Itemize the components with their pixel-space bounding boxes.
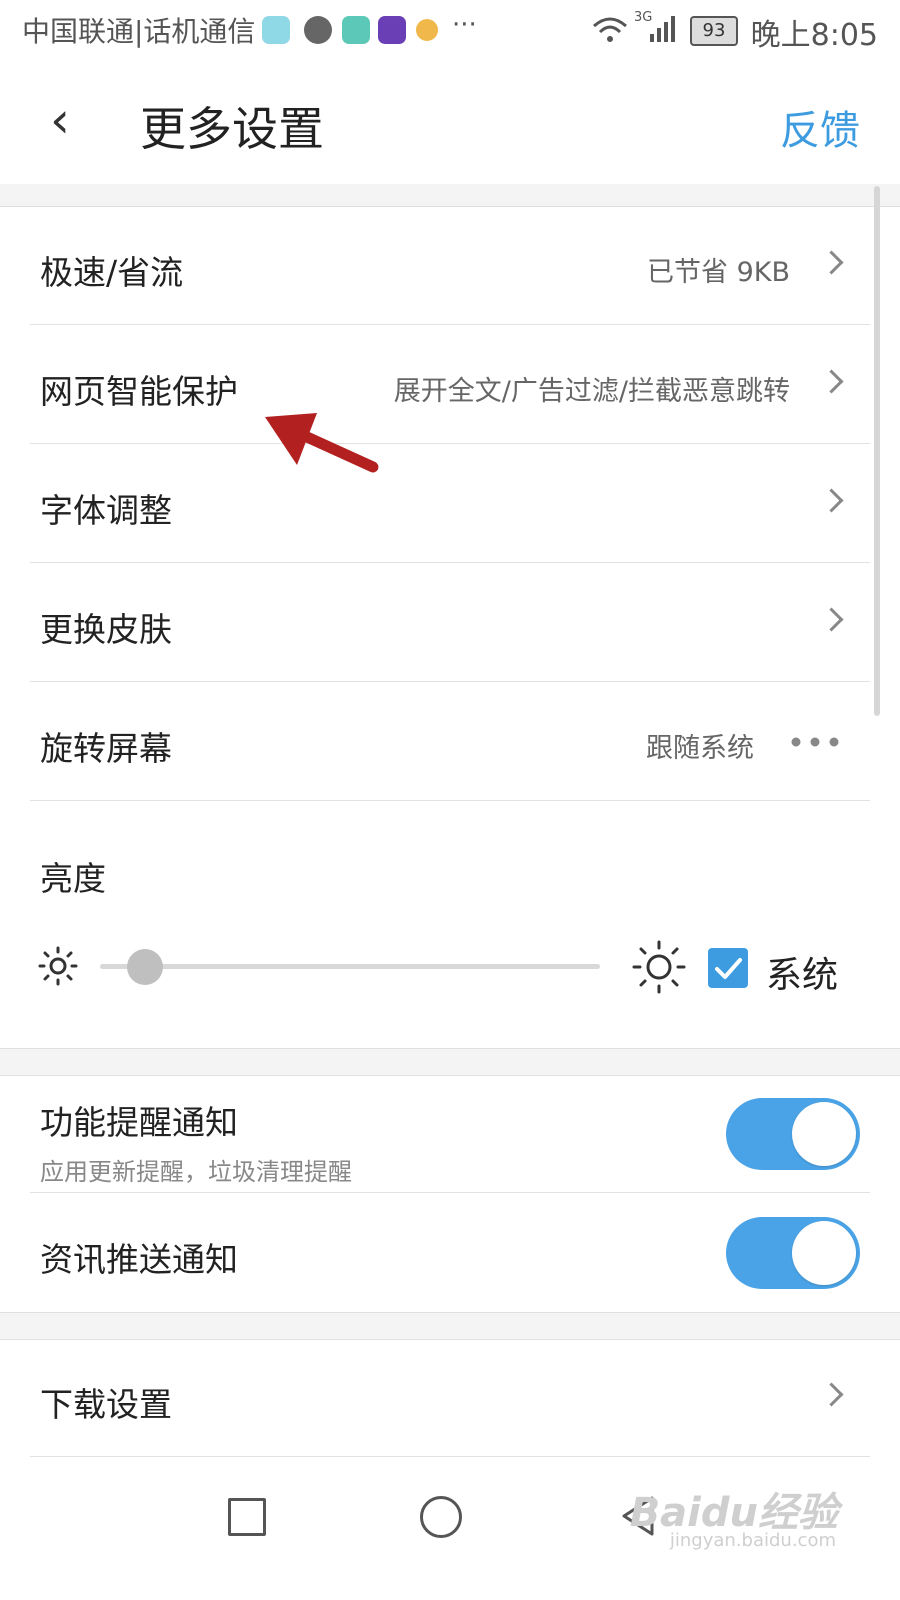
settings-row-skin[interactable]: 更换皮肤 [0, 563, 900, 682]
chevron-right-icon [819, 488, 844, 513]
more-notifications-icon: ··· [452, 10, 477, 40]
settings-row-feature-notification[interactable]: 功能提醒通知 应用更新提醒，垃圾清理提醒 [0, 1074, 900, 1193]
feedback-button[interactable]: 反馈 [780, 98, 860, 156]
row-label: 旋转屏幕 [40, 729, 172, 768]
brightness-label: 亮度 [40, 859, 106, 898]
divider [30, 1456, 870, 1457]
brightness-low-icon [38, 946, 78, 986]
signal-icon [650, 16, 675, 42]
chevron-right-icon [819, 1382, 844, 1407]
row-label: 资讯推送通知 [40, 1240, 238, 1279]
status-bar: 中国联通|话机通信 ··· 3G 93 晚上8:05 [0, 0, 900, 62]
watermark-url: jingyan.baidu.com [669, 1530, 836, 1551]
wifi-icon [593, 17, 627, 42]
brightness-slider-thumb[interactable] [127, 949, 163, 985]
section-divider [0, 1312, 900, 1340]
recent-apps-icon[interactable] [228, 1498, 266, 1536]
chevron-right-icon [819, 369, 844, 394]
row-label: 网页智能保护 [40, 372, 238, 411]
clock: 晚上8:05 [750, 18, 878, 53]
chat-bubble-icon [304, 16, 332, 44]
check-icon [715, 958, 742, 979]
settings-row-speed-saving[interactable]: 极速/省流 已节省 9KB [0, 206, 900, 325]
section-divider [0, 184, 900, 207]
more-dots-icon [791, 737, 839, 747]
chevron-right-icon [819, 250, 844, 275]
app-notification-icon [262, 16, 290, 44]
row-label: 下载设置 [40, 1385, 172, 1424]
row-label: 极速/省流 [40, 253, 184, 292]
toggle-knob [792, 1221, 856, 1285]
settings-row-font-size[interactable]: 字体调整 [0, 444, 900, 563]
settings-row-news-notification[interactable]: 资讯推送通知 [0, 1193, 900, 1312]
section-divider [0, 1048, 900, 1076]
app-header [0, 62, 900, 184]
divider [30, 800, 870, 801]
brightness-high-icon [632, 940, 686, 994]
settings-row-download[interactable]: 下载设置 [0, 1338, 900, 1457]
system-brightness-checkbox[interactable] [708, 948, 748, 988]
feature-notification-toggle[interactable] [726, 1098, 860, 1170]
toggle-knob [792, 1102, 856, 1166]
app-notification-icon [416, 19, 438, 41]
chevron-right-icon [819, 607, 844, 632]
page-title: 更多设置 [140, 102, 324, 156]
settings-row-web-protection[interactable]: 网页智能保护 展开全文/广告过滤/拦截恶意跳转 [0, 325, 900, 444]
app-notification-icon [342, 16, 370, 44]
row-label: 更换皮肤 [40, 610, 172, 649]
row-subtitle: 应用更新提醒，垃圾清理提醒 [40, 1158, 352, 1186]
brightness-slider[interactable] [100, 964, 600, 969]
system-brightness-label: 系统 [766, 955, 839, 996]
s-app-icon [378, 16, 406, 44]
home-icon[interactable] [420, 1496, 462, 1538]
carrier-label: 中国联通|话机通信 [22, 15, 256, 48]
row-label: 字体调整 [40, 491, 172, 530]
row-value: 已节省 9KB [647, 257, 790, 288]
row-value: 展开全文/广告过滤/拦截恶意跳转 [393, 376, 790, 407]
scrollbar[interactable] [874, 186, 880, 716]
settings-row-rotate-screen[interactable]: 旋转屏幕 跟随系统 [0, 682, 900, 801]
chevron-left-icon[interactable]: ‹ [50, 95, 70, 145]
annotation-arrow [265, 413, 379, 473]
row-value: 跟随系统 [646, 733, 754, 764]
news-notification-toggle[interactable] [726, 1217, 860, 1289]
battery-icon: 93 [690, 16, 738, 46]
row-label: 功能提醒通知 [40, 1103, 238, 1142]
